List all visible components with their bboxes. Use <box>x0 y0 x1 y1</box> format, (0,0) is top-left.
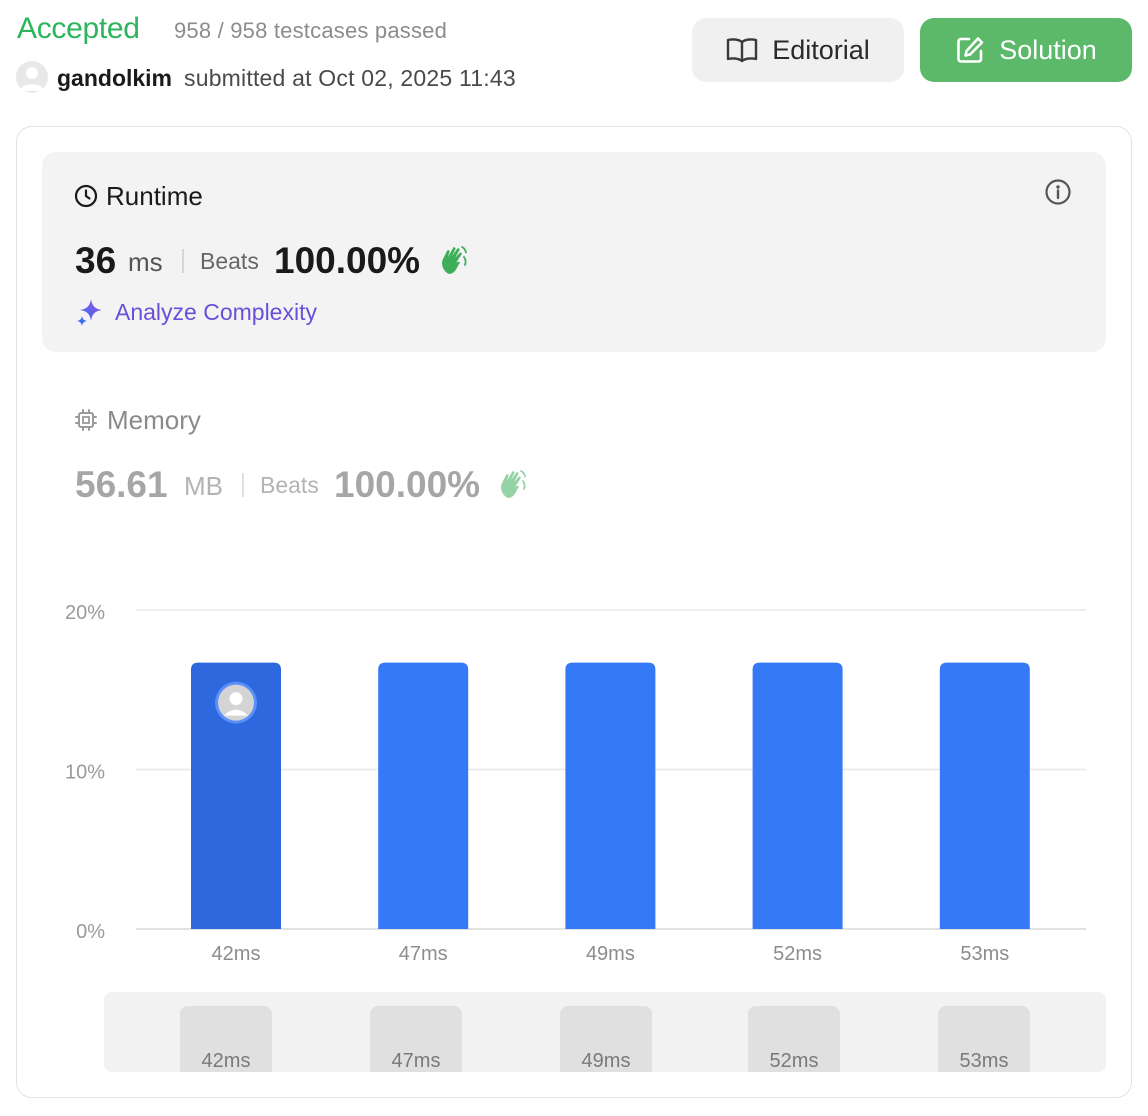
bar[interactable] <box>565 662 656 929</box>
divider <box>182 249 184 273</box>
runtime-beats-label: Beats <box>200 248 259 274</box>
divider <box>242 473 244 497</box>
editorial-label: Editorial <box>772 34 870 65</box>
clapping-hands-icon <box>501 470 526 498</box>
runtime-value: 36 <box>75 240 117 281</box>
scrubber-bar[interactable]: 47ms <box>370 1006 462 1072</box>
sparkle-icon <box>77 299 102 326</box>
scrubber-bar[interactable]: 52ms <box>748 1006 840 1072</box>
bar[interactable] <box>752 662 843 929</box>
username-link[interactable]: gandolkim <box>57 65 172 92</box>
solution-label: Solution <box>999 34 1097 65</box>
clock-icon <box>74 184 98 208</box>
bar[interactable] <box>939 662 1030 929</box>
runtime-title: Runtime <box>106 181 203 211</box>
scrubber-label: 42ms <box>201 1050 251 1072</box>
memory-unit: MB <box>184 471 223 501</box>
scrubber-bar[interactable]: 53ms <box>938 1006 1030 1072</box>
solution-button[interactable]: Solution <box>920 18 1132 82</box>
info-icon[interactable] <box>1044 178 1072 206</box>
memory-title[interactable]: Memory <box>107 405 201 436</box>
scrubber-bar[interactable]: 42ms <box>180 1006 272 1072</box>
submitted-time: submitted at Oct 02, 2025 11:43 <box>184 65 516 91</box>
testcases-count: 958 / 958 testcases passed <box>174 18 448 43</box>
avatar[interactable] <box>16 61 48 93</box>
analyze-complexity-link[interactable]: Analyze Complexity <box>115 299 317 326</box>
editorial-button[interactable]: Editorial <box>692 18 904 82</box>
status-text: Accepted <box>17 12 140 45</box>
runtime-unit: ms <box>128 247 163 277</box>
scrubber-bar[interactable]: 49ms <box>560 1006 652 1072</box>
scrubber-label: 47ms <box>391 1050 441 1072</box>
scrubber-label: 49ms <box>581 1050 631 1072</box>
clapping-hands-icon <box>442 246 467 274</box>
memory-value: 56.61 <box>75 464 168 505</box>
user-icon <box>20 67 44 91</box>
edit-icon <box>957 37 984 63</box>
book-icon <box>727 38 758 63</box>
scrubber-label: 53ms <box>959 1050 1009 1072</box>
chip-icon <box>75 409 97 431</box>
bar[interactable] <box>378 662 469 929</box>
scrubber-label: 52ms <box>769 1050 819 1072</box>
memory-beats-label: Beats <box>260 472 319 498</box>
memory-beats-value: 100.00% <box>334 464 481 505</box>
runtime-beats-value: 100.00% <box>274 240 421 281</box>
bar[interactable] <box>191 662 281 929</box>
